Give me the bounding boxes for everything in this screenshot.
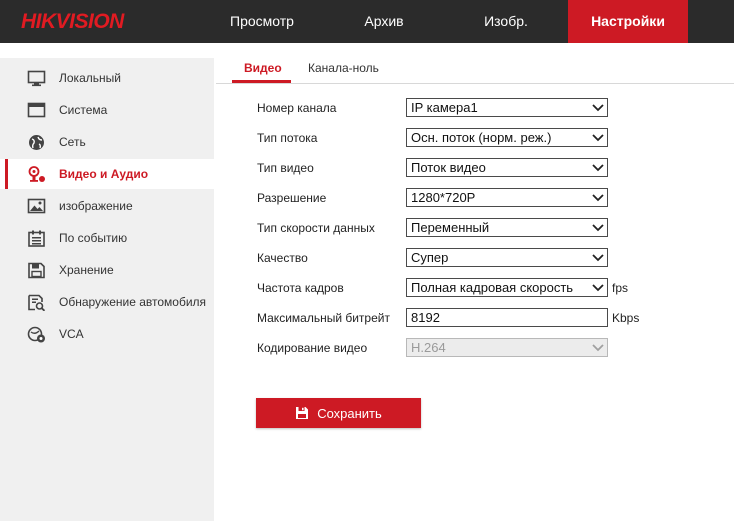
- max-bitrate-label: Максимальный битрейт: [257, 311, 390, 325]
- chevron-down-icon: [592, 194, 604, 202]
- chevron-down-icon: [592, 284, 604, 292]
- chevron-down-icon: [592, 254, 604, 262]
- stream-type-select[interactable]: Осн. поток (норм. реж.): [406, 128, 608, 147]
- bitrate-type-select[interactable]: Переменный: [406, 218, 608, 237]
- event-calendar-icon: [28, 230, 45, 247]
- sidebar-item-label: Система: [59, 103, 108, 117]
- sidebar-item-system[interactable]: Система: [0, 95, 214, 125]
- floppy-disk-icon: [296, 407, 309, 419]
- sidebar-item-image[interactable]: изображение: [0, 191, 214, 221]
- globe-icon: [29, 135, 44, 150]
- sidebar-item-label: Сеть: [59, 135, 86, 149]
- select-value: Полная кадровая скорость: [411, 280, 574, 295]
- sidebar-item-label: VCA: [59, 327, 84, 341]
- channel-no-label: Номер канала: [257, 101, 337, 115]
- select-value: Переменный: [411, 220, 490, 235]
- max-bitrate-unit: Kbps: [612, 311, 640, 325]
- sidebar-item-label: По событию: [59, 231, 128, 245]
- sidebar-item-label: Видео и Аудио: [59, 167, 149, 181]
- chevron-down-icon: [592, 134, 604, 142]
- sidebar-item-local[interactable]: Локальный: [0, 63, 214, 93]
- chevron-down-icon: [592, 104, 604, 112]
- frame-rate-unit: fps: [612, 281, 629, 295]
- chevron-down-icon: [592, 224, 604, 232]
- channel-no-select[interactable]: IP камера1: [406, 98, 608, 117]
- quality-select[interactable]: Супер: [406, 248, 608, 267]
- quality-label: Качество: [257, 251, 308, 265]
- video-type-select[interactable]: Поток видео: [406, 158, 608, 177]
- nav-picture[interactable]: Изобр.: [451, 0, 561, 43]
- sidebar-item-vca[interactable]: VCA: [0, 319, 214, 349]
- image-icon: [27, 198, 46, 214]
- video-encoding-label: Кодирование видео: [257, 341, 368, 355]
- nav-live-view[interactable]: Просмотр: [207, 0, 317, 43]
- video-audio-icon: [28, 166, 45, 182]
- select-value: Осн. поток (норм. реж.): [411, 130, 552, 145]
- save-button-label: Сохранить: [317, 405, 382, 421]
- tab-divider: [216, 83, 734, 84]
- vehicle-detection-icon: [28, 294, 46, 311]
- sidebar-item-label: изображение: [59, 199, 133, 213]
- select-value: Супер: [411, 250, 449, 265]
- sidebar-item-network[interactable]: Сеть: [0, 127, 214, 157]
- chevron-down-icon: [592, 164, 604, 172]
- bitrate-type-label: Тип скорости данных: [257, 221, 375, 235]
- sidebar-item-video-audio[interactable]: Видео и Аудио: [0, 159, 214, 189]
- frame-rate-label: Частота кадров: [257, 281, 344, 295]
- sidebar-item-label: Хранение: [59, 263, 114, 277]
- sidebar-item-label: Обнаружение автомобиля: [59, 295, 207, 309]
- select-value: 1280*720P: [411, 190, 476, 205]
- nav-configuration[interactable]: Настройки: [568, 0, 688, 43]
- vca-icon: [27, 326, 45, 343]
- sidebar-item-event[interactable]: По событию: [0, 223, 214, 253]
- tab-channel-zero[interactable]: Канала-ноль: [308, 61, 379, 75]
- resolution-label: Разрешение: [257, 191, 327, 205]
- sidebar: Локальный Система Сеть Видео и Аудио изо…: [0, 58, 214, 521]
- video-encoding-select: H.264: [406, 338, 608, 357]
- select-value: IP камера1: [411, 100, 478, 115]
- save-button[interactable]: Сохранить: [256, 398, 421, 428]
- max-bitrate-input[interactable]: 8192: [406, 308, 608, 327]
- select-value: H.264: [411, 340, 446, 355]
- chevron-down-icon: [592, 344, 604, 352]
- frame-rate-select[interactable]: Полная кадровая скорость: [406, 278, 608, 297]
- storage-icon: [28, 262, 45, 279]
- tab-video[interactable]: Видео: [244, 61, 282, 75]
- top-nav-bar: HIKVISION Просмотр Архив Изобр. Настройк…: [0, 0, 734, 43]
- select-value: Поток видео: [411, 160, 486, 175]
- stream-type-label: Тип потока: [257, 131, 318, 145]
- sidebar-item-vehicle-detection[interactable]: Обнаружение автомобиля: [0, 287, 214, 317]
- system-window-icon: [27, 102, 46, 118]
- monitor-icon: [27, 70, 46, 87]
- sidebar-item-storage[interactable]: Хранение: [0, 255, 214, 285]
- video-type-label: Тип видео: [257, 161, 314, 175]
- resolution-select[interactable]: 1280*720P: [406, 188, 608, 207]
- nav-playback[interactable]: Архив: [329, 0, 439, 43]
- hikvision-logo: HIKVISION: [21, 10, 124, 33]
- sidebar-item-label: Локальный: [59, 71, 121, 85]
